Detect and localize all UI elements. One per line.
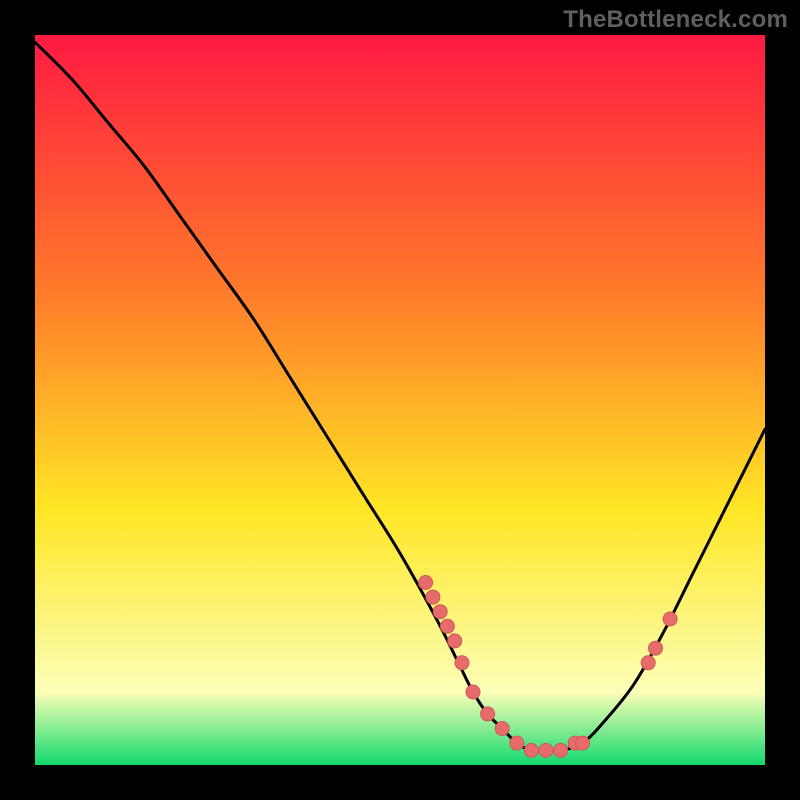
- marker-point: [433, 605, 447, 619]
- marker-point: [510, 736, 524, 750]
- marker-point: [466, 685, 480, 699]
- marker-point: [649, 641, 663, 655]
- marker-point: [554, 743, 568, 757]
- marker-point: [448, 634, 462, 648]
- marker-point: [419, 576, 433, 590]
- bottleneck-chart: [35, 35, 765, 765]
- marker-point: [495, 722, 509, 736]
- marker-point: [426, 590, 440, 604]
- marker-point: [641, 656, 655, 670]
- chart-frame: [35, 35, 765, 765]
- marker-point: [481, 707, 495, 721]
- marker-point: [524, 743, 538, 757]
- marker-point: [663, 612, 677, 626]
- marker-point: [576, 736, 590, 750]
- marker-point: [455, 656, 469, 670]
- marker-point: [539, 743, 553, 757]
- marker-point: [440, 619, 454, 633]
- watermark-text: TheBottleneck.com: [563, 6, 788, 34]
